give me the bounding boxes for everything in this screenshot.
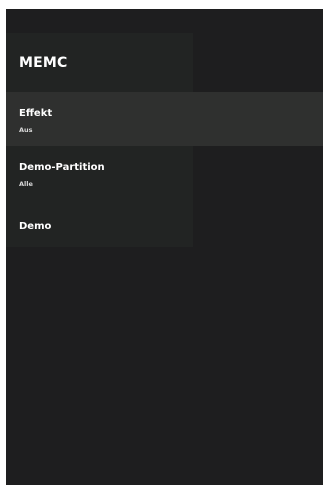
page-title: MEMC [19, 55, 68, 71]
menu-item-label: Demo-Partition [19, 162, 105, 173]
menu-item-label: Demo [19, 221, 52, 232]
menu-item-demo-partition[interactable]: Demo-Partition Alle [6, 146, 323, 200]
menu-item-value: Aus [19, 126, 33, 134]
tv-settings-screen: MEMC Effekt Aus Demo-Partition Alle Demo [6, 9, 323, 485]
menu-item-value: Alle [19, 180, 33, 188]
menu-item-effekt[interactable]: Effekt Aus [6, 92, 323, 146]
menu-item-demo[interactable]: Demo [6, 203, 323, 257]
menu-item-label: Effekt [19, 108, 53, 119]
